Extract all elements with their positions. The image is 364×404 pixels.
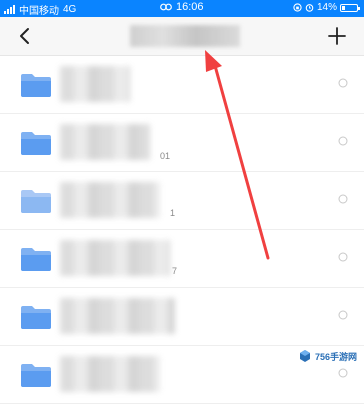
folder-name-redacted	[60, 356, 160, 392]
list-item[interactable]: 7	[0, 230, 364, 288]
list-item[interactable]: 1	[0, 172, 364, 230]
clock: 16:06	[176, 1, 204, 13]
list-item[interactable]: 01	[0, 114, 364, 172]
watermark-text: 756手游网	[314, 351, 357, 362]
alarm-icon	[305, 4, 314, 12]
select-radio-icon[interactable]	[338, 78, 348, 88]
battery-percent: 14%	[316, 2, 337, 13]
folder-meta: 01	[160, 151, 171, 161]
folder-icon	[21, 132, 51, 155]
folder-icon	[21, 190, 51, 213]
carrier-label: 中国移动	[19, 6, 59, 17]
folder-meta: 1	[170, 208, 176, 218]
select-radio-icon[interactable]	[338, 310, 348, 320]
folder-icon	[21, 364, 51, 387]
select-radio-icon[interactable]	[338, 252, 348, 262]
rotation-lock-icon	[293, 3, 302, 12]
hotspot-icon	[160, 3, 172, 11]
folder-icon	[21, 306, 51, 329]
folder-icon	[21, 248, 51, 271]
page-title-redacted	[130, 25, 240, 47]
battery-icon	[340, 3, 360, 12]
folder-name-redacted	[60, 240, 170, 276]
chevron-left-icon[interactable]	[16, 27, 34, 45]
select-radio-icon[interactable]	[338, 136, 348, 146]
select-radio-icon[interactable]	[338, 194, 348, 204]
plus-icon[interactable]	[328, 27, 346, 45]
select-radio-icon[interactable]	[338, 368, 348, 378]
folder-name-redacted	[60, 298, 175, 334]
folder-name-redacted	[60, 124, 150, 160]
folder-meta: 7	[172, 266, 178, 276]
watermark-logo-icon	[299, 350, 310, 362]
nav-bar	[0, 17, 364, 56]
folder-name-redacted	[60, 66, 130, 102]
watermark: 756手游网	[294, 348, 360, 364]
folder-icon	[21, 74, 51, 97]
folder-name-redacted	[60, 182, 160, 218]
list-item[interactable]	[0, 288, 364, 346]
status-bar: 中国移动 4G 16:06 14%	[0, 0, 364, 17]
signal-icon	[4, 5, 15, 14]
network-label: 4G	[63, 4, 77, 15]
list-item[interactable]	[0, 56, 364, 114]
